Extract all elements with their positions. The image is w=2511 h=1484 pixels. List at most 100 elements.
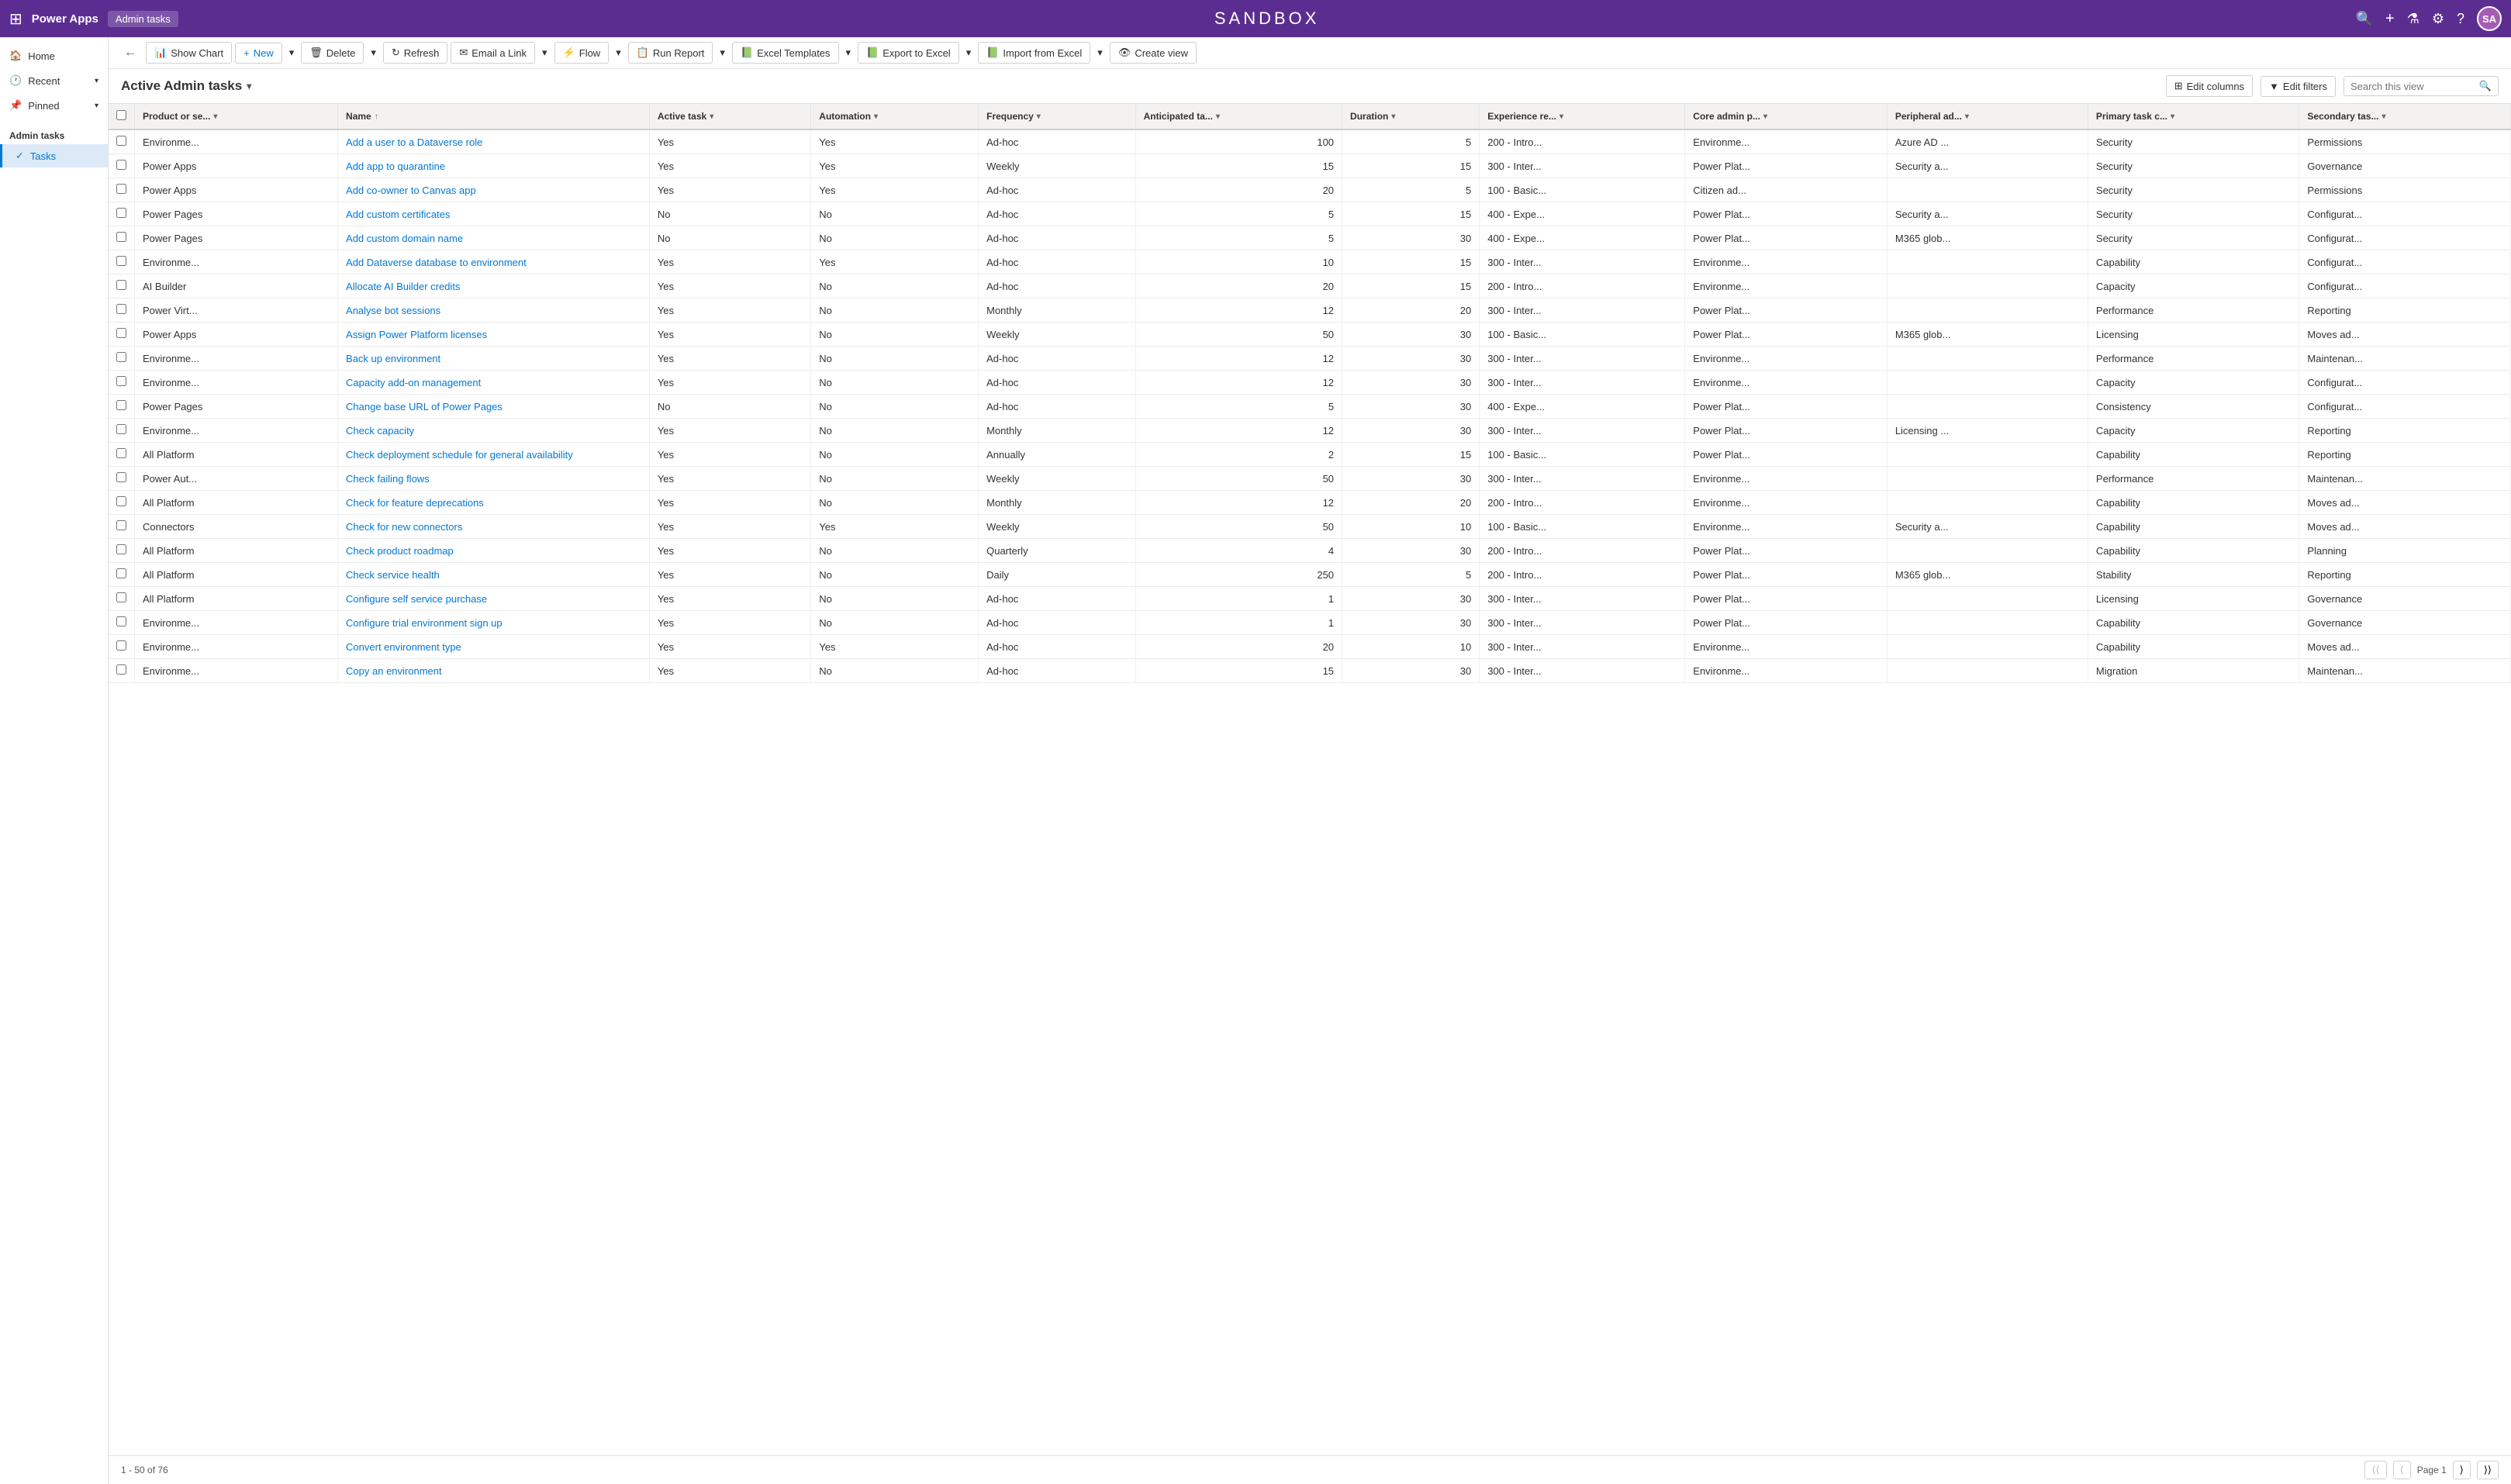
row-checkbox[interactable] <box>116 448 126 458</box>
row-name-link[interactable]: Check product roadmap <box>346 545 454 557</box>
row-name-link[interactable]: Add Dataverse database to environment <box>346 257 527 268</box>
import-dropdown[interactable]: ▾ <box>1093 42 1107 64</box>
row-name-link[interactable]: Analyse bot sessions <box>346 305 440 316</box>
cell-name[interactable]: Back up environment <box>338 347 650 371</box>
row-name-link[interactable]: Check capacity <box>346 425 414 437</box>
export-to-excel-button[interactable]: 📗 Export to Excel <box>858 42 959 64</box>
cell-name[interactable]: Analyse bot sessions <box>338 299 650 323</box>
row-checkbox-cell[interactable] <box>109 659 135 683</box>
edit-filters-button[interactable]: ▼ Edit filters <box>2261 76 2336 97</box>
cell-name[interactable]: Add custom certificates <box>338 202 650 226</box>
app-grid-icon[interactable]: ⊞ <box>9 9 22 29</box>
view-title-dropdown-icon[interactable]: ▾ <box>247 81 251 91</box>
row-checkbox-cell[interactable] <box>109 443 135 467</box>
sidebar-item-tasks[interactable]: ✓ Tasks <box>0 144 108 167</box>
row-checkbox[interactable] <box>116 328 126 338</box>
run-report-button[interactable]: 📋 Run Report <box>628 42 713 64</box>
col-experience-re[interactable]: Experience re... ▾ <box>1480 104 1685 129</box>
col-secondary-tas[interactable]: Secondary tas... ▾ <box>2299 104 2511 129</box>
row-name-link[interactable]: Copy an environment <box>346 665 442 677</box>
cell-name[interactable]: Add custom domain name <box>338 226 650 250</box>
row-checkbox-cell[interactable] <box>109 202 135 226</box>
row-checkbox[interactable] <box>116 616 126 626</box>
row-checkbox-cell[interactable] <box>109 467 135 491</box>
row-checkbox[interactable] <box>116 376 126 386</box>
cell-name[interactable]: Check capacity <box>338 419 650 443</box>
cell-name[interactable]: Copy an environment <box>338 659 650 683</box>
cell-name[interactable]: Add co-owner to Canvas app <box>338 178 650 202</box>
row-checkbox-cell[interactable] <box>109 371 135 395</box>
search-nav-icon[interactable]: 🔍 <box>2356 11 2373 27</box>
cell-name[interactable]: Configure self service purchase <box>338 587 650 611</box>
excel-templates-dropdown[interactable]: ▾ <box>842 42 855 64</box>
row-checkbox[interactable] <box>116 544 126 554</box>
search-input[interactable] <box>2350 81 2475 92</box>
row-checkbox-cell[interactable] <box>109 178 135 202</box>
row-checkbox-cell[interactable] <box>109 347 135 371</box>
cell-name[interactable]: Change base URL of Power Pages <box>338 395 650 419</box>
row-checkbox-cell[interactable] <box>109 635 135 659</box>
row-name-link[interactable]: Check for new connectors <box>346 521 462 533</box>
row-checkbox-cell[interactable] <box>109 491 135 515</box>
row-checkbox[interactable] <box>116 280 126 290</box>
row-checkbox-cell[interactable] <box>109 395 135 419</box>
col-anticipated-ta[interactable]: Anticipated ta... ▾ <box>1135 104 1342 129</box>
row-checkbox-cell[interactable] <box>109 154 135 178</box>
cell-name[interactable]: Check deployment schedule for general av… <box>338 443 650 467</box>
row-name-link[interactable]: Check deployment schedule for general av… <box>346 449 573 461</box>
cell-name[interactable]: Check for new connectors <box>338 515 650 539</box>
export-dropdown[interactable]: ▾ <box>962 42 976 64</box>
row-name-link[interactable]: Configure trial environment sign up <box>346 617 503 629</box>
row-name-link[interactable]: Add custom certificates <box>346 209 450 220</box>
row-checkbox-cell[interactable] <box>109 587 135 611</box>
row-name-link[interactable]: Check for feature deprecations <box>346 497 484 509</box>
cell-name[interactable]: Add Dataverse database to environment <box>338 250 650 274</box>
col-automation[interactable]: Automation ▾ <box>811 104 979 129</box>
excel-templates-button[interactable]: 📗 Excel Templates <box>732 42 839 64</box>
row-checkbox-cell[interactable] <box>109 539 135 563</box>
cell-name[interactable]: Check failing flows <box>338 467 650 491</box>
refresh-button[interactable]: ↻ Refresh <box>383 42 447 64</box>
cell-name[interactable]: Capacity add-on management <box>338 371 650 395</box>
col-product[interactable]: Product or se... ▾ <box>135 104 338 129</box>
sidebar-item-pinned[interactable]: 📌 Pinned ▾ <box>0 93 108 118</box>
row-name-link[interactable]: Change base URL of Power Pages <box>346 401 503 412</box>
row-name-link[interactable]: Assign Power Platform licenses <box>346 329 487 340</box>
cell-name[interactable]: Check product roadmap <box>338 539 650 563</box>
row-checkbox-cell[interactable] <box>109 323 135 347</box>
settings-nav-icon[interactable]: ⚙ <box>2432 11 2444 27</box>
cell-name[interactable]: Allocate AI Builder credits <box>338 274 650 299</box>
row-checkbox-cell[interactable] <box>109 274 135 299</box>
row-checkbox[interactable] <box>116 424 126 434</box>
row-checkbox[interactable] <box>116 640 126 651</box>
delete-button[interactable]: 🗑 Delete <box>301 42 364 64</box>
col-core-admin[interactable]: Core admin p... ▾ <box>1685 104 1888 129</box>
row-name-link[interactable]: Add app to quarantine <box>346 160 445 172</box>
cell-name[interactable]: Configure trial environment sign up <box>338 611 650 635</box>
row-checkbox[interactable] <box>116 208 126 218</box>
row-checkbox[interactable] <box>116 496 126 506</box>
avatar[interactable]: SA <box>2477 6 2502 31</box>
search-box[interactable]: 🔍 <box>2343 76 2499 96</box>
row-checkbox-cell[interactable] <box>109 563 135 587</box>
run-report-dropdown[interactable]: ▾ <box>716 42 729 64</box>
row-checkbox-cell[interactable] <box>109 299 135 323</box>
edit-columns-button[interactable]: ⊞ Edit columns <box>2166 75 2253 97</box>
row-checkbox[interactable] <box>116 232 126 242</box>
col-name[interactable]: Name ↑ <box>338 104 650 129</box>
delete-dropdown[interactable]: ▾ <box>367 42 380 64</box>
prev-page-button[interactable]: ⟨ <box>2393 1461 2411 1479</box>
row-checkbox[interactable] <box>116 184 126 194</box>
row-name-link[interactable]: Back up environment <box>346 353 440 364</box>
row-checkbox-cell[interactable] <box>109 226 135 250</box>
row-name-link[interactable]: Add a user to a Dataverse role <box>346 136 482 148</box>
first-page-button[interactable]: ⟨⟨ <box>2364 1461 2386 1479</box>
row-name-link[interactable]: Add co-owner to Canvas app <box>346 185 476 196</box>
help-nav-icon[interactable]: ? <box>2457 11 2464 27</box>
col-duration[interactable]: Duration ▾ <box>1342 104 1480 129</box>
cell-name[interactable]: Check service health <box>338 563 650 587</box>
show-chart-button[interactable]: 📊 Show Chart <box>146 42 232 64</box>
col-frequency[interactable]: Frequency ▾ <box>979 104 1135 129</box>
col-primary-task[interactable]: Primary task c... ▾ <box>2088 104 2299 129</box>
cell-name[interactable]: Assign Power Platform licenses <box>338 323 650 347</box>
